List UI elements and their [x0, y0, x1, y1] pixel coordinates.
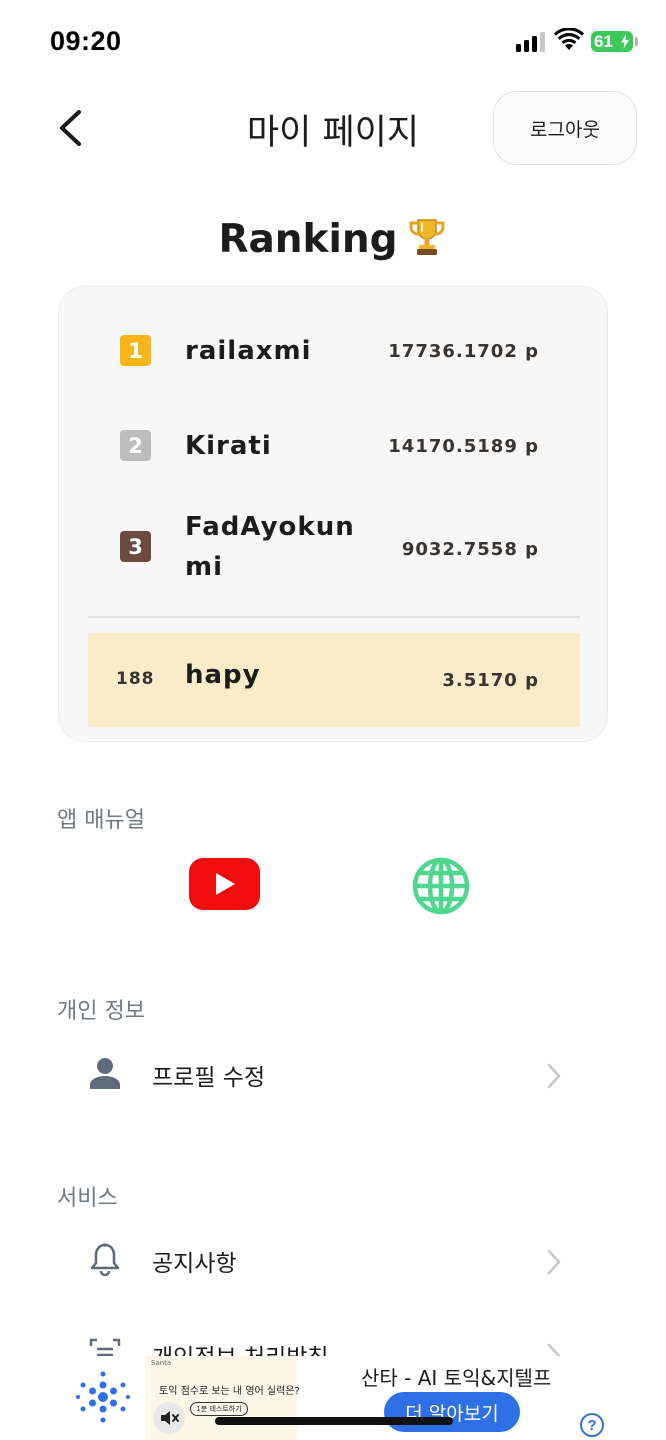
- trophy-icon: [409, 219, 445, 255]
- globe-icon: [412, 857, 470, 915]
- document-scan-icon: [89, 1338, 121, 1356]
- ranking-row-1: 1 railaxmi 17736.1702 p: [59, 329, 609, 373]
- ad-title: 산타 - AI 토익&지텔프: [361, 1366, 552, 1390]
- menu-item-label: 개인정보 처리방침: [152, 1338, 329, 1356]
- ranking-card: 1 railaxmi 17736.1702 p 2 Kirati 14170.5…: [58, 286, 608, 742]
- rank-badge-silver: 2: [120, 430, 151, 461]
- section-title-personal: 개인 정보: [57, 999, 145, 1024]
- menu-item-label: 프로필 수정: [152, 1065, 266, 1091]
- santa-logo-icon: [76, 1371, 130, 1423]
- page-header: 마이 페이지 로그아웃: [0, 84, 666, 174]
- rank-score: 17736.1702 p: [388, 341, 539, 362]
- wifi-icon: [554, 28, 584, 50]
- muted-speaker-icon: [161, 1411, 179, 1425]
- ranking-title: Ranking: [218, 217, 398, 262]
- my-ranking-row: 188 hapy 3.5170 p: [88, 633, 580, 727]
- person-icon: [90, 1058, 120, 1089]
- charging-bolt-icon: [621, 34, 629, 49]
- bell-icon: [90, 1243, 120, 1276]
- chevron-right-icon: [547, 1343, 561, 1356]
- menu-item-label: 공지사항: [152, 1251, 237, 1277]
- menu-item-edit-profile[interactable]: 프로필 수정: [0, 1034, 666, 1114]
- ad-image-pill: 1분 테스트하기: [190, 1402, 248, 1416]
- battery-cap: [635, 37, 638, 46]
- ranking-heading: Ranking: [0, 216, 666, 262]
- rank-badge-gold: 1: [120, 335, 151, 366]
- ad-banner[interactable]: Santa 토익 점수로 보는 내 영어 실력은? 1분 테스트하기 산타 - …: [0, 1356, 666, 1440]
- rank-name: railaxmi: [185, 336, 312, 366]
- status-bar: 09:20 61: [0, 0, 666, 84]
- rank-score: 9032.7558 p: [401, 539, 539, 560]
- rank-score: 14170.5189 p: [388, 436, 539, 457]
- my-rank-number: 188: [116, 669, 155, 689]
- section-title-manual: 앱 매뉴얼: [57, 808, 145, 833]
- ranking-row-3: 3 FadAyokun mi 9032.7558 p: [59, 507, 609, 597]
- ranking-row-2: 2 Kirati 14170.5189 p: [59, 424, 609, 468]
- chevron-right-icon: [547, 1063, 561, 1089]
- ad-learn-more-button[interactable]: 더 알아보기: [384, 1392, 520, 1432]
- chevron-right-icon: [547, 1249, 561, 1275]
- ad-image-text: 토익 점수로 보는 내 영어 실력은?: [159, 1386, 300, 1397]
- youtube-button[interactable]: [189, 858, 260, 910]
- home-indicator: [215, 1417, 453, 1425]
- rank-badge-bronze: 3: [120, 531, 151, 562]
- menu-item-privacy-policy[interactable]: 개인정보 처리방침: [0, 1316, 666, 1356]
- rank-name: Kirati: [185, 431, 272, 461]
- menu-item-notice[interactable]: 공지사항: [0, 1220, 666, 1300]
- ad-help-icon[interactable]: ?: [580, 1413, 604, 1437]
- rank-name: FadAyokun mi: [185, 512, 355, 582]
- website-button[interactable]: [411, 856, 471, 916]
- status-time: 09:20: [50, 26, 122, 56]
- youtube-icon: [216, 873, 235, 895]
- battery-indicator: 61: [591, 31, 633, 52]
- section-title-service: 서비스: [57, 1186, 118, 1211]
- ad-image-brand: Santa: [151, 1359, 172, 1367]
- battery-level: 61: [594, 32, 613, 51]
- mute-button[interactable]: [153, 1402, 185, 1434]
- ranking-divider: [88, 616, 580, 618]
- cellular-signal-icon: [516, 32, 546, 52]
- my-rank-score: 3.5170 p: [442, 670, 539, 691]
- ad-image[interactable]: Santa 토익 점수로 보는 내 영어 실력은? 1분 테스트하기: [145, 1356, 300, 1440]
- logout-button[interactable]: 로그아웃: [493, 91, 637, 165]
- my-rank-name: hapy: [185, 660, 261, 690]
